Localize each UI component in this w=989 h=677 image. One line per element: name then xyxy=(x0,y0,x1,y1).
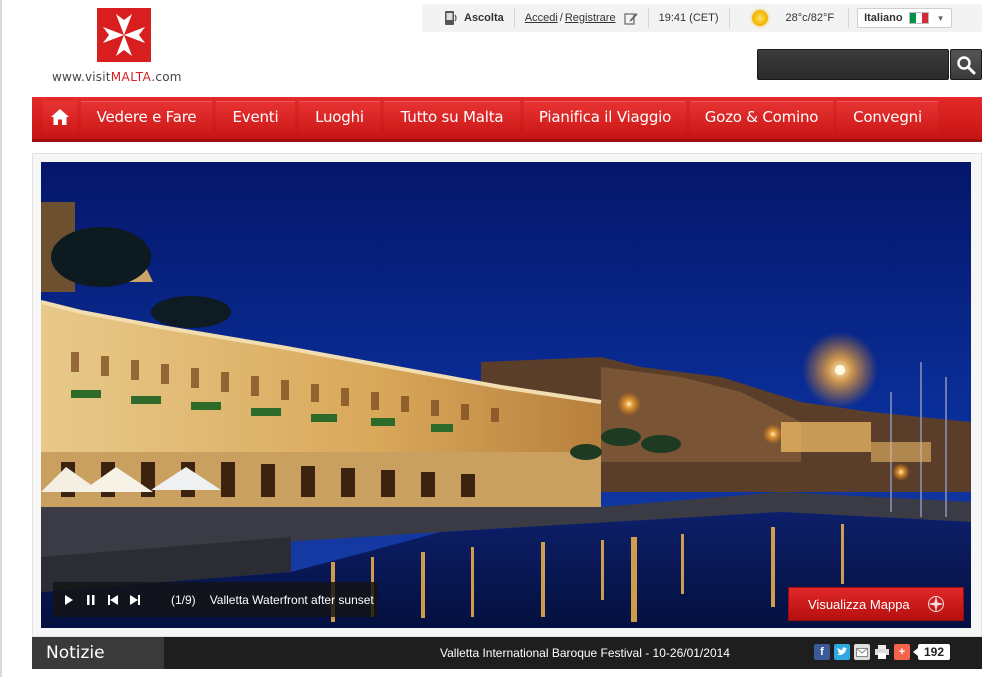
home-icon xyxy=(51,109,69,125)
nav-item-eventi[interactable]: Eventi xyxy=(216,101,295,133)
next-button[interactable] xyxy=(125,590,145,610)
page-edge xyxy=(0,0,2,677)
language-selector-wrap: Italiano ▼ xyxy=(849,8,961,28)
facebook-icon[interactable]: f xyxy=(814,644,830,660)
search-button[interactable] xyxy=(950,49,982,80)
clock: 19:41 (CET) xyxy=(649,8,730,28)
site-logo[interactable]: www.visitMALTA.com xyxy=(50,8,195,88)
language-label: Italiano xyxy=(864,12,903,24)
view-map-button[interactable]: Visualizza Mappa xyxy=(788,587,964,621)
listen-label: Ascolta xyxy=(464,12,504,24)
pause-icon xyxy=(87,594,95,605)
italy-flag-icon xyxy=(908,12,929,24)
slideshow-controls: (1/9) Valletta Waterfront after sunset xyxy=(53,582,378,617)
play-button[interactable] xyxy=(59,590,79,610)
next-icon xyxy=(130,594,140,605)
chevron-down-icon: ▼ xyxy=(936,13,945,23)
addthis-icon[interactable]: + xyxy=(894,644,910,660)
login-link[interactable]: Accedi xyxy=(525,12,558,24)
weather: 28°c/82°F xyxy=(730,8,850,28)
play-icon xyxy=(65,594,73,605)
main-navigation: Vedere e Fare Eventi Luoghi Tutto su Mal… xyxy=(32,97,982,142)
register-link[interactable]: Registrare xyxy=(565,12,616,24)
nav-item-convegni[interactable]: Convegni xyxy=(837,101,938,133)
sun-icon xyxy=(751,10,768,26)
news-bar: Notizie Valletta International Baroque F… xyxy=(32,637,982,669)
search-input[interactable] xyxy=(757,49,949,80)
search-icon xyxy=(957,55,976,74)
email-icon[interactable] xyxy=(854,644,870,660)
listen-button[interactable]: Ascolta xyxy=(422,8,515,28)
nav-item-pianifica-il-viaggio[interactable]: Pianifica il Viaggio xyxy=(524,101,686,133)
view-map-label: Visualizza Mappa xyxy=(808,596,910,612)
current-time: 19:41 (CET) xyxy=(658,12,719,24)
news-headline[interactable]: Valletta International Baroque Festival … xyxy=(440,646,730,660)
compass-icon xyxy=(927,596,944,612)
link-separator: / xyxy=(559,12,563,24)
print-icon[interactable] xyxy=(874,644,890,660)
nav-item-gozo-comino[interactable]: Gozo & Comino xyxy=(690,101,833,133)
nav-item-luoghi[interactable]: Luoghi xyxy=(299,101,380,133)
slideshow-image[interactable] xyxy=(41,162,971,628)
nav-item-vedere-e-fare[interactable]: Vedere e Fare xyxy=(81,101,212,133)
news-label: Notizie xyxy=(32,637,164,669)
maltese-cross-icon xyxy=(97,8,151,62)
logo-text: www.visitMALTA.com xyxy=(52,70,182,84)
speaker-icon xyxy=(445,11,457,25)
previous-icon xyxy=(108,594,118,605)
edit-icon[interactable] xyxy=(623,11,638,25)
twitter-icon[interactable] xyxy=(834,644,850,660)
utility-bar: Ascolta Accedi / Registrare 19:41 (CET) … xyxy=(422,4,982,32)
temperature: 28°c/82°F xyxy=(785,12,835,24)
share-count: 192 xyxy=(912,644,951,660)
home-button[interactable] xyxy=(43,101,77,133)
previous-button[interactable] xyxy=(103,590,123,610)
language-selector[interactable]: Italiano ▼ xyxy=(857,8,952,28)
pause-button[interactable] xyxy=(81,590,101,610)
nav-item-tutto-su-malta[interactable]: Tutto su Malta xyxy=(384,101,520,133)
slide-counter: (1/9) xyxy=(171,592,196,607)
account-links: Accedi / Registrare xyxy=(515,8,649,28)
slide-caption: Valletta Waterfront after sunset xyxy=(209,592,374,607)
share-bar: f + 192 xyxy=(814,644,951,660)
